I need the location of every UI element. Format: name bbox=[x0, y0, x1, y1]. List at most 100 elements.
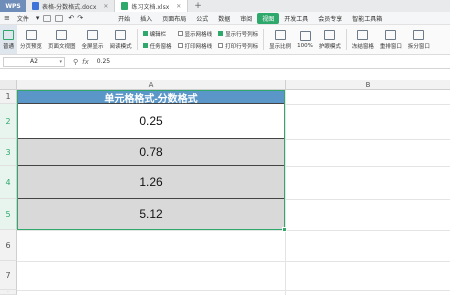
name-box[interactable]: A2 ▾ bbox=[3, 56, 65, 67]
word-file-icon bbox=[32, 2, 39, 10]
check-label: 任务窗格 bbox=[149, 43, 172, 50]
zoom-100-button[interactable]: 100% bbox=[294, 25, 316, 54]
fx-icon[interactable]: fx bbox=[82, 58, 89, 66]
show-headings-toggle[interactable]: 显示行号列标 bbox=[218, 30, 258, 38]
menu-smart-tools[interactable]: 智能工具箱 bbox=[347, 14, 387, 23]
split-window-button[interactable]: 拆分窗口 bbox=[405, 25, 433, 54]
redo-icon[interactable]: ↷ bbox=[77, 14, 83, 22]
tab-xlsx[interactable]: 练习文档.xlsx ✕ bbox=[115, 0, 189, 12]
menu-member[interactable]: 会员专享 bbox=[313, 14, 347, 23]
gridline bbox=[17, 261, 450, 262]
menu-review[interactable]: 审阅 bbox=[235, 14, 257, 23]
row-header-7[interactable]: 7 bbox=[0, 261, 17, 290]
fullscreen-icon bbox=[87, 29, 99, 40]
normal-view-label: 普通 bbox=[3, 43, 15, 50]
row-header-3[interactable]: 3 bbox=[0, 139, 17, 166]
check-label: 显示行号列标 bbox=[225, 31, 259, 38]
row-header-1[interactable]: 1 bbox=[0, 90, 17, 104]
zoom-icon bbox=[274, 29, 286, 40]
column-header-a[interactable]: A bbox=[17, 80, 285, 90]
page-layout-view-button[interactable]: 页面文视图 bbox=[45, 25, 79, 54]
gridline bbox=[17, 230, 450, 231]
menu-data[interactable]: 数据 bbox=[213, 14, 235, 23]
fill-handle[interactable] bbox=[282, 227, 287, 232]
print-headings-toggle[interactable]: 打印行号列标 bbox=[218, 42, 258, 50]
normal-view-button[interactable]: 普通 bbox=[0, 25, 18, 54]
divider bbox=[263, 29, 265, 50]
print-icon[interactable] bbox=[55, 14, 64, 22]
row-header-5[interactable]: 5 bbox=[0, 199, 17, 230]
row-header-2[interactable]: 2 bbox=[0, 104, 17, 139]
arrange-windows-button[interactable]: 重排窗口 bbox=[377, 25, 405, 54]
menu-page-layout[interactable]: 页面布局 bbox=[157, 14, 191, 23]
split-label: 拆分窗口 bbox=[407, 43, 430, 50]
show-gridlines-toggle[interactable]: 显示网格线 bbox=[177, 30, 212, 38]
chevron-down-icon[interactable]: ▾ bbox=[59, 59, 62, 65]
checkbox[interactable] bbox=[177, 43, 183, 48]
column-header-b[interactable]: B bbox=[285, 80, 450, 90]
row-header-4[interactable]: 4 bbox=[0, 166, 17, 199]
fullscreen-button[interactable]: 全屏显示 bbox=[79, 25, 107, 54]
cell-a2[interactable]: 0.25 bbox=[17, 104, 285, 139]
close-icon[interactable]: ✕ bbox=[103, 3, 108, 10]
reading-mode-button[interactable]: 阅读模式 bbox=[107, 25, 135, 54]
print-gridlines-toggle[interactable]: 打印网格线 bbox=[177, 42, 213, 50]
formula-bar-toggle[interactable]: 编辑栏 bbox=[142, 30, 172, 38]
tab-docx[interactable]: 表格-分数格式.docx ✕ bbox=[26, 0, 116, 12]
checkbox[interactable] bbox=[142, 31, 148, 36]
eye-care-button[interactable]: 护眼模式 bbox=[316, 25, 344, 54]
divider bbox=[136, 29, 138, 50]
page-icon bbox=[56, 29, 68, 40]
checkbox[interactable] bbox=[177, 31, 183, 36]
close-icon[interactable]: ✕ bbox=[176, 3, 181, 10]
eye-care-label: 护眼模式 bbox=[318, 43, 341, 50]
menu-insert[interactable]: 插入 bbox=[135, 14, 157, 23]
page-break-icon bbox=[25, 29, 37, 40]
divider bbox=[345, 29, 347, 50]
checkbox[interactable] bbox=[218, 43, 224, 48]
row-header-8[interactable]: 8 bbox=[0, 290, 17, 295]
chevron-down-icon: ▾ bbox=[35, 14, 40, 22]
grid-icon bbox=[3, 29, 14, 40]
checkbox[interactable] bbox=[142, 43, 148, 48]
row-header-6[interactable]: 6 bbox=[0, 230, 17, 261]
cell-a3[interactable]: 0.78 bbox=[17, 139, 285, 166]
name-box-value: A2 bbox=[30, 58, 38, 65]
eye-icon bbox=[324, 29, 336, 40]
hamburger-icon: ≡ bbox=[4, 14, 10, 22]
menu-developer[interactable]: 开发工具 bbox=[279, 14, 313, 23]
menu-view[interactable]: 视图 bbox=[257, 12, 280, 24]
freeze-panes-button[interactable]: 冻结窗格 bbox=[349, 25, 377, 54]
search-icon[interactable]: ⚲ bbox=[73, 58, 78, 66]
file-menu[interactable]: ≡ 文件 ▾ bbox=[0, 14, 43, 23]
split-icon bbox=[413, 29, 425, 40]
view-ribbon: 普通 分页预览 页面文视图 全屏显示 阅读模式 编辑栏 任务窗格 显示网格线 打… bbox=[0, 25, 450, 55]
check-label: 打印网格线 bbox=[184, 43, 213, 50]
new-tab-button[interactable]: + bbox=[188, 0, 208, 12]
menu-home[interactable]: 开始 bbox=[113, 14, 135, 23]
menu-formula[interactable]: 公式 bbox=[191, 14, 213, 23]
hundred-percent-icon bbox=[299, 30, 311, 41]
wps-logo[interactable]: WPS bbox=[0, 0, 26, 12]
checkbox[interactable] bbox=[218, 31, 224, 36]
page-break-preview-button[interactable]: 分页预览 bbox=[17, 25, 45, 54]
zoom-label: 显示比例 bbox=[269, 43, 292, 50]
formula-input[interactable]: 0.25 bbox=[97, 58, 110, 65]
excel-file-icon bbox=[121, 2, 129, 10]
zoom-100-label: 100% bbox=[297, 42, 313, 49]
undo-icon[interactable]: ↶ bbox=[68, 14, 74, 22]
save-icon[interactable] bbox=[43, 14, 52, 22]
tab-docx-label: 表格-分数格式.docx bbox=[42, 3, 97, 11]
check-group-3: 显示行号列标 打印行号列标 bbox=[215, 25, 261, 54]
arrange-label: 重排窗口 bbox=[379, 43, 402, 50]
menu-file[interactable]: 文件 bbox=[12, 14, 34, 23]
cell-a5[interactable]: 5.12 bbox=[17, 199, 285, 230]
task-pane-toggle[interactable]: 任务窗格 bbox=[142, 42, 172, 50]
cell-a1-header[interactable]: 单元格格式-分数格式 bbox=[17, 90, 285, 105]
zoom-ratio-button[interactable]: 显示比例 bbox=[266, 25, 294, 54]
gridline bbox=[285, 90, 286, 295]
check-group-2: 显示网格线 打印网格线 bbox=[175, 25, 216, 54]
title-tab-bar: WPS 表格-分数格式.docx ✕ 练习文档.xlsx ✕ + bbox=[0, 0, 450, 12]
select-all-corner[interactable] bbox=[0, 80, 17, 90]
cell-a4[interactable]: 1.26 bbox=[17, 166, 285, 199]
